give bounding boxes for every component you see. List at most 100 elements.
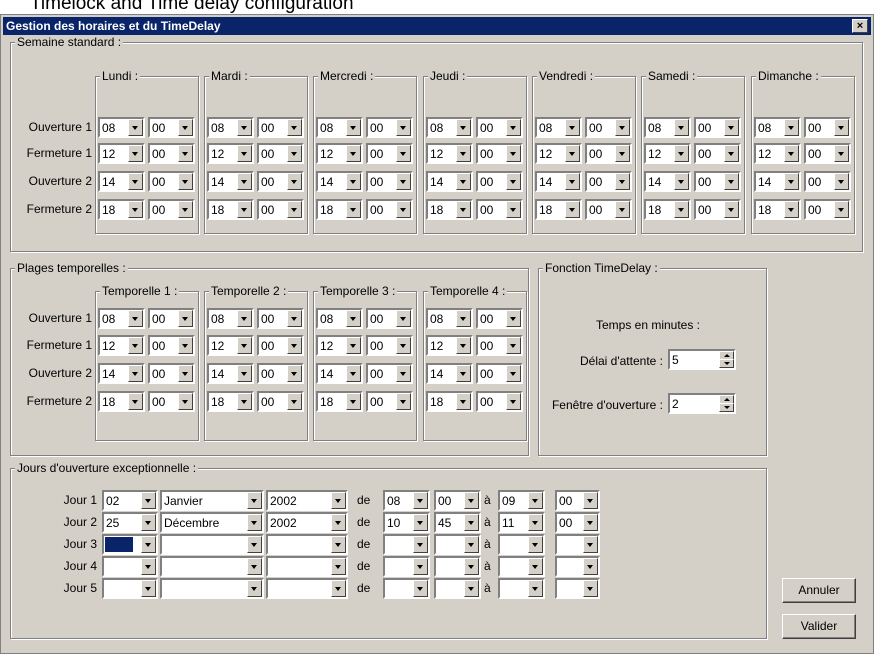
semaine-day2-row0-hour[interactable]: 08 (316, 117, 363, 138)
chevron-down-icon[interactable] (506, 337, 521, 354)
semaine-day1-row1-minute[interactable]: 00 (257, 143, 304, 164)
jour0-end-hour[interactable]: 09 (498, 490, 545, 511)
temporelle2-row1-minute[interactable]: 00 (366, 335, 413, 356)
chevron-down-icon[interactable] (784, 145, 799, 162)
chevron-down-icon[interactable] (237, 173, 252, 190)
chevron-down-icon[interactable] (528, 536, 543, 553)
jour1-start-minute[interactable]: 45 (434, 512, 481, 533)
semaine-day6-row2-hour[interactable]: 14 (754, 171, 801, 192)
jour1-month[interactable]: Décembre (160, 512, 264, 533)
chevron-down-icon[interactable] (464, 492, 479, 509)
chevron-down-icon[interactable] (287, 310, 302, 327)
chevron-down-icon[interactable] (141, 492, 156, 509)
chevron-down-icon[interactable] (247, 580, 262, 597)
semaine-day1-row0-minute[interactable]: 00 (257, 117, 304, 138)
jour1-end-minute[interactable]: 00 (555, 512, 600, 533)
semaine-day6-row0-minute[interactable]: 00 (804, 117, 851, 138)
temporelle0-row0-hour[interactable]: 08 (98, 308, 145, 329)
temporelle2-row3-hour[interactable]: 18 (316, 391, 363, 412)
semaine-day0-row1-hour[interactable]: 12 (98, 143, 145, 164)
chevron-down-icon[interactable] (834, 201, 849, 218)
jour3-end-minute[interactable] (555, 556, 600, 577)
chevron-down-icon[interactable] (128, 145, 143, 162)
chevron-down-icon[interactable] (237, 393, 252, 410)
jour3-start-minute[interactable] (434, 556, 481, 577)
chevron-down-icon[interactable] (464, 580, 479, 597)
jour2-day[interactable] (102, 534, 158, 555)
chevron-down-icon[interactable] (724, 145, 739, 162)
chevron-down-icon[interactable] (346, 393, 361, 410)
jour2-start-minute[interactable] (434, 534, 481, 555)
chevron-down-icon[interactable] (583, 536, 598, 553)
chevron-down-icon[interactable] (128, 201, 143, 218)
chevron-down-icon[interactable] (178, 310, 193, 327)
chevron-down-icon[interactable] (456, 119, 471, 136)
arrow-down-icon[interactable] (719, 359, 734, 368)
semaine-day2-row2-hour[interactable]: 14 (316, 171, 363, 192)
chevron-down-icon[interactable] (287, 393, 302, 410)
chevron-down-icon[interactable] (396, 173, 411, 190)
chevron-down-icon[interactable] (346, 310, 361, 327)
chevron-down-icon[interactable] (784, 119, 799, 136)
semaine-day1-row3-hour[interactable]: 18 (207, 199, 254, 220)
chevron-down-icon[interactable] (834, 145, 849, 162)
semaine-day3-row0-minute[interactable]: 00 (476, 117, 523, 138)
chevron-down-icon[interactable] (724, 119, 739, 136)
semaine-day2-row3-minute[interactable]: 00 (366, 199, 413, 220)
jour1-end-hour[interactable]: 11 (498, 512, 545, 533)
chevron-down-icon[interactable] (506, 310, 521, 327)
chevron-down-icon[interactable] (396, 365, 411, 382)
semaine-day5-row0-hour[interactable]: 08 (644, 117, 691, 138)
chevron-down-icon[interactable] (128, 310, 143, 327)
chevron-down-icon[interactable] (506, 145, 521, 162)
chevron-down-icon[interactable] (506, 365, 521, 382)
chevron-down-icon[interactable] (456, 337, 471, 354)
jour2-start-hour[interactable] (383, 534, 430, 555)
delai-attente-spinner[interactable]: 5 (668, 349, 736, 370)
temporelle3-row1-minute[interactable]: 00 (476, 335, 523, 356)
chevron-down-icon[interactable] (331, 514, 346, 531)
chevron-down-icon[interactable] (565, 119, 580, 136)
temporelle0-row3-hour[interactable]: 18 (98, 391, 145, 412)
chevron-down-icon[interactable] (834, 173, 849, 190)
temporelle2-row2-hour[interactable]: 14 (316, 363, 363, 384)
chevron-down-icon[interactable] (674, 145, 689, 162)
chevron-down-icon[interactable] (456, 173, 471, 190)
temporelle3-row3-minute[interactable]: 00 (476, 391, 523, 412)
temporelle1-row2-hour[interactable]: 14 (207, 363, 254, 384)
temporelle3-row3-hour[interactable]: 18 (426, 391, 473, 412)
chevron-down-icon[interactable] (237, 201, 252, 218)
chevron-down-icon[interactable] (506, 173, 521, 190)
chevron-down-icon[interactable] (396, 119, 411, 136)
chevron-down-icon[interactable] (128, 393, 143, 410)
semaine-day4-row2-minute[interactable]: 00 (585, 171, 632, 192)
semaine-day2-row3-hour[interactable]: 18 (316, 199, 363, 220)
chevron-down-icon[interactable] (396, 201, 411, 218)
chevron-down-icon[interactable] (674, 119, 689, 136)
semaine-day3-row2-minute[interactable]: 00 (476, 171, 523, 192)
fenetre-ouverture-spinner[interactable]: 2 (668, 393, 736, 414)
temporelle1-row3-minute[interactable]: 00 (257, 391, 304, 412)
jour2-month[interactable] (160, 534, 264, 555)
jour4-start-hour[interactable] (383, 578, 430, 599)
chevron-down-icon[interactable] (464, 514, 479, 531)
chevron-down-icon[interactable] (674, 201, 689, 218)
chevron-down-icon[interactable] (464, 536, 479, 553)
annuler-button[interactable]: Annuler (782, 578, 856, 603)
chevron-down-icon[interactable] (178, 201, 193, 218)
temporelle2-row1-hour[interactable]: 12 (316, 335, 363, 356)
jour0-year[interactable]: 2002 (266, 490, 348, 511)
chevron-down-icon[interactable] (287, 119, 302, 136)
chevron-down-icon[interactable] (413, 514, 428, 531)
jour4-year[interactable] (266, 578, 348, 599)
semaine-day1-row2-hour[interactable]: 14 (207, 171, 254, 192)
chevron-down-icon[interactable] (456, 201, 471, 218)
semaine-day0-row0-hour[interactable]: 08 (98, 117, 145, 138)
temporelle3-row1-hour[interactable]: 12 (426, 335, 473, 356)
chevron-down-icon[interactable] (724, 201, 739, 218)
chevron-down-icon[interactable] (331, 580, 346, 597)
jour3-year[interactable] (266, 556, 348, 577)
semaine-day6-row1-hour[interactable]: 12 (754, 143, 801, 164)
chevron-down-icon[interactable] (287, 365, 302, 382)
temporelle1-row3-hour[interactable]: 18 (207, 391, 254, 412)
